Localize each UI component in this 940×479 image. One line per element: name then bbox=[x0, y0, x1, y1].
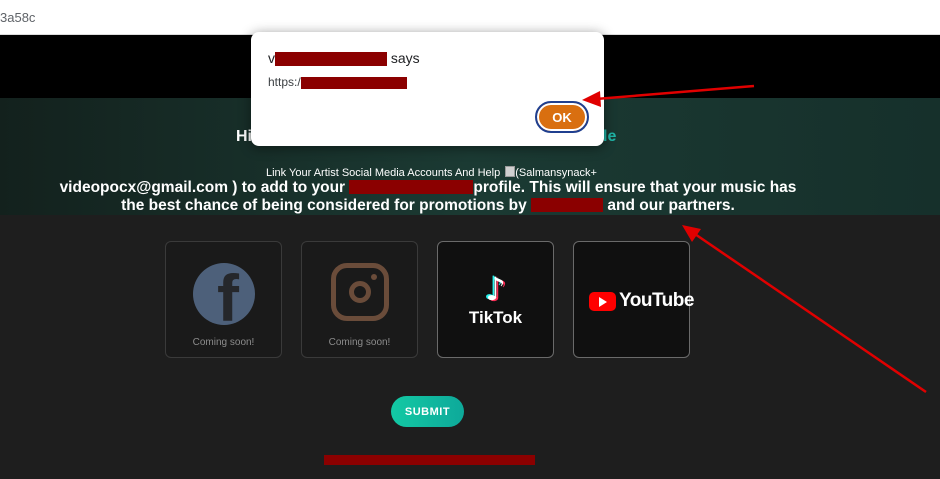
tiktok-icon: ♪ bbox=[485, 270, 506, 308]
browser-address-bar[interactable]: 3a58c bbox=[0, 0, 940, 35]
facebook-coming-soon: Coming soon! bbox=[192, 337, 255, 348]
hero-title-start: Hi bbox=[236, 128, 252, 145]
line2-end: and our partners. bbox=[607, 197, 735, 214]
tiktok-label: TikTok bbox=[468, 308, 523, 327]
submit-button[interactable]: SUBMIT bbox=[391, 396, 464, 427]
dialog-title-suffix: says bbox=[390, 50, 420, 66]
instagram-coming-soon: Coming soon! bbox=[328, 337, 391, 348]
ok-button[interactable]: OK bbox=[535, 101, 589, 133]
youtube-icon bbox=[589, 291, 616, 311]
redaction-block bbox=[275, 52, 387, 67]
line2-start: the best chance of being considered for … bbox=[121, 197, 527, 214]
dialog-url-prefix: https:/ bbox=[268, 75, 301, 89]
link-accounts-suffix: (Salmansynack+ bbox=[515, 167, 597, 179]
facebook-icon: f bbox=[193, 263, 255, 325]
youtube-label: YouTube bbox=[619, 290, 694, 311]
redaction-block bbox=[349, 180, 474, 194]
instagram-card[interactable]: Coming soon! bbox=[301, 241, 418, 358]
redaction-block bbox=[300, 76, 407, 89]
alert-dialog: v says https:/ OK bbox=[251, 32, 604, 146]
facebook-card[interactable]: f Coming soon! bbox=[165, 241, 282, 358]
footer-redaction bbox=[324, 455, 535, 465]
youtube-card[interactable]: YouTube bbox=[573, 241, 694, 358]
hero-description-line-2: the best chance of being considered for … bbox=[0, 197, 856, 215]
hero-description-line-1: videopocx@gmail.com ) to add to your pro… bbox=[0, 179, 856, 197]
page: 3a58c Hi le Link Your Artist Social Medi… bbox=[0, 0, 940, 479]
broken-image-icon bbox=[505, 166, 516, 177]
arrow-to-content-head bbox=[682, 225, 701, 242]
link-accounts-prefix: Link Your Artist Social Media Accounts A… bbox=[266, 167, 501, 179]
redaction-block bbox=[531, 198, 604, 212]
tiktok-card[interactable]: ♪ TikTok bbox=[437, 241, 554, 358]
instagram-icon bbox=[331, 263, 389, 321]
youtube-logo: YouTube bbox=[589, 290, 694, 312]
link-accounts-text: Link Your Artist Social Media Accounts A… bbox=[266, 166, 597, 179]
arrow-to-content bbox=[691, 230, 927, 394]
line1-start: videopocx@gmail.com ) to add to your bbox=[59, 179, 346, 196]
line1-end: profile. This will ensure that your musi… bbox=[473, 179, 797, 196]
dialog-title: v says bbox=[268, 50, 420, 67]
dialog-message: https:/ bbox=[268, 75, 407, 89]
hero-title-end: le bbox=[603, 128, 617, 145]
address-url-text: 3a58c bbox=[0, 10, 36, 25]
